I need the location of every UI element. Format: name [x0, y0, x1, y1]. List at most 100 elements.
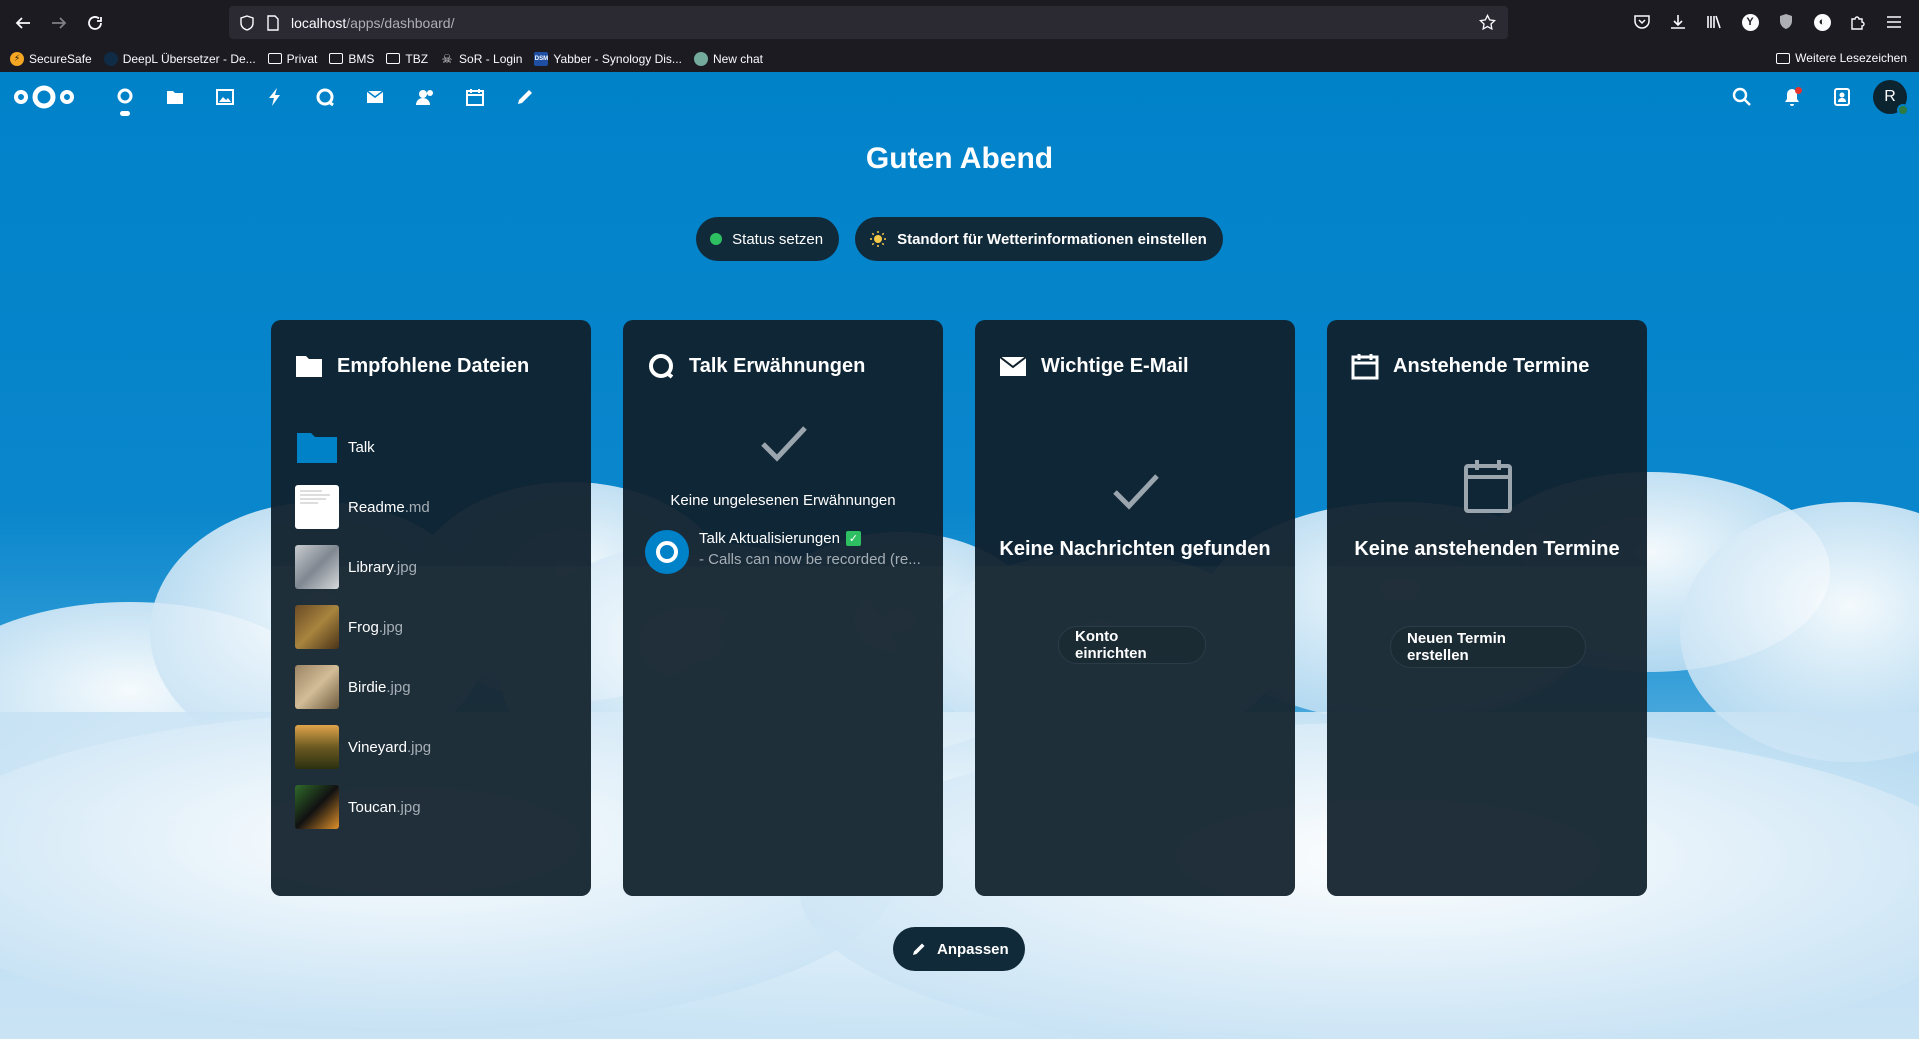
bookmark-tbz[interactable]: TBZ [386, 52, 428, 66]
checkmark-icon [761, 426, 807, 462]
file-item-frog[interactable]: Frog.jpg [295, 597, 431, 657]
vineyard-thumbnail [295, 725, 339, 769]
talk-empty-message: Keine ungelesenen Erwähnungen [670, 492, 896, 509]
readme-thumbnail [295, 485, 339, 529]
talk-conversation-item[interactable]: Talk Aktualisierungen ✓ - Calls can now b… [645, 530, 930, 574]
file-item-readme[interactable]: Readme.md [295, 477, 431, 537]
menu-icon[interactable] [1883, 11, 1905, 33]
file-item-vineyard[interactable]: Vineyard.jpg [295, 717, 431, 777]
folder-thumbnail [295, 425, 339, 469]
app-notes[interactable] [500, 72, 550, 122]
set-status-button[interactable]: Status setzen [696, 217, 840, 261]
shield-icon [239, 14, 255, 31]
notes-icon [518, 90, 532, 104]
library-thumbnail [295, 545, 339, 589]
folder-icon [386, 53, 401, 64]
search-icon [1732, 87, 1751, 106]
reload-icon [88, 16, 102, 30]
app-contacts[interactable] [400, 72, 450, 122]
nextcloud-page: R Guten Abend Status setzen Standort für… [0, 72, 1919, 1039]
weather-location-button[interactable]: Standort für Wetterinformationen einstel… [855, 217, 1223, 261]
panel-title: Empfohlene Dateien [337, 354, 530, 377]
file-item-library[interactable]: Library.jpg [295, 537, 431, 597]
extension-shield-icon[interactable] [1775, 11, 1797, 33]
contacts-menu-icon [1834, 88, 1850, 106]
back-button[interactable] [10, 10, 36, 36]
extension-y-icon[interactable]: Y [1739, 11, 1761, 33]
app-calendar[interactable] [450, 72, 500, 122]
extensions-puzzle-icon[interactable] [1847, 11, 1869, 33]
user-avatar[interactable]: R [1873, 80, 1909, 116]
arrow-left-icon [15, 17, 30, 29]
app-files[interactable] [150, 72, 200, 122]
extension-dark-icon[interactable]: ◐ [1811, 11, 1833, 33]
bookmark-securesafe[interactable]: ⚡ SecureSafe [10, 51, 92, 66]
bookmarks-bar: ⚡ SecureSafe DeepL Übersetzer - De... Pri… [0, 45, 1919, 72]
bookmark-privat[interactable]: Privat [267, 52, 317, 66]
mail-empty-message: Keine Nachrichten gefunden [999, 538, 1271, 560]
sor-icon: ☠ [441, 51, 453, 66]
upcoming-events-panel: Anstehende Termine Keine anstehenden Ter… [1327, 320, 1647, 896]
nextcloud-logo[interactable] [13, 84, 75, 110]
dsm-icon: DSM [534, 51, 549, 66]
panel-title: Talk Erwähnungen [689, 354, 866, 377]
customize-button[interactable]: Anpassen [893, 927, 1025, 971]
reload-button[interactable] [82, 10, 108, 36]
mail-icon [999, 352, 1027, 380]
more-bookmarks[interactable]: Weitere Lesezeichen [1776, 51, 1907, 65]
folder-icon [329, 53, 344, 64]
library-icon[interactable] [1703, 11, 1725, 33]
app-talk[interactable] [300, 72, 350, 122]
create-event-button[interactable]: Neuen Termin erstellen [1390, 626, 1586, 668]
bookmark-yabber[interactable]: DSM Yabber - Synology Dis... [534, 51, 682, 66]
app-photos[interactable] [200, 72, 250, 122]
notification-dot [1795, 87, 1802, 94]
birdie-thumbnail [295, 665, 339, 709]
deepl-icon [103, 51, 118, 66]
toucan-thumbnail [295, 785, 339, 829]
pocket-icon[interactable] [1631, 11, 1653, 33]
folder-icon [1776, 52, 1791, 64]
frog-thumbnail [295, 605, 339, 649]
bookmark-new-chat[interactable]: New chat [693, 51, 763, 66]
activity-icon [269, 88, 280, 106]
sun-icon [870, 231, 887, 247]
checkmark-icon [1113, 474, 1159, 510]
bookmark-sor[interactable]: ☠ SoR - Login [440, 51, 523, 66]
calendar-icon [466, 89, 484, 106]
contacts-menu-button[interactable] [1817, 72, 1867, 122]
page-icon [265, 14, 281, 31]
file-item-toucan[interactable]: Toucan.jpg [295, 777, 431, 837]
forward-button[interactable] [46, 10, 72, 36]
mail-icon [366, 90, 384, 103]
setup-account-button[interactable]: Konto einrichten [1058, 626, 1206, 664]
url-bar[interactable]: localhost/apps/dashboard/ [229, 6, 1508, 39]
talk-avatar-icon [645, 530, 689, 574]
folder-icon [267, 53, 282, 64]
notifications-button[interactable] [1767, 72, 1817, 122]
talk-mentions-panel: Talk Erwähnungen Keine ungelesenen Erwäh… [623, 320, 943, 896]
download-icon[interactable] [1667, 11, 1689, 33]
folder-icon [295, 352, 323, 380]
check-emoji-icon: ✓ [845, 531, 861, 546]
browser-toolbar: localhost/apps/dashboard/ Y ◐ [0, 0, 1919, 45]
online-dot-icon [710, 233, 723, 245]
pencil-icon [913, 943, 925, 955]
talk-icon [316, 88, 334, 107]
app-dashboard[interactable] [100, 72, 150, 122]
securesafe-icon: ⚡ [10, 51, 24, 66]
recommended-files-panel: Empfohlene Dateien Talk Readme.md Librar… [271, 320, 591, 896]
dashboard-icon [117, 88, 133, 104]
panel-title: Wichtige E-Mail [1041, 354, 1189, 377]
search-button[interactable] [1717, 72, 1767, 122]
file-item-talk[interactable]: Talk [295, 417, 431, 477]
file-item-birdie[interactable]: Birdie.jpg [295, 657, 431, 717]
app-mail[interactable] [350, 72, 400, 122]
greeting-title: Guten Abend [865, 142, 1054, 175]
app-activity[interactable] [250, 72, 300, 122]
bookmark-bms[interactable]: BMS [329, 52, 374, 66]
bookmark-deepl[interactable]: DeepL Übersetzer - De... [103, 51, 256, 66]
top-header: R [0, 72, 1919, 122]
bookmark-star-icon[interactable] [1479, 14, 1496, 31]
photos-icon [216, 89, 234, 105]
